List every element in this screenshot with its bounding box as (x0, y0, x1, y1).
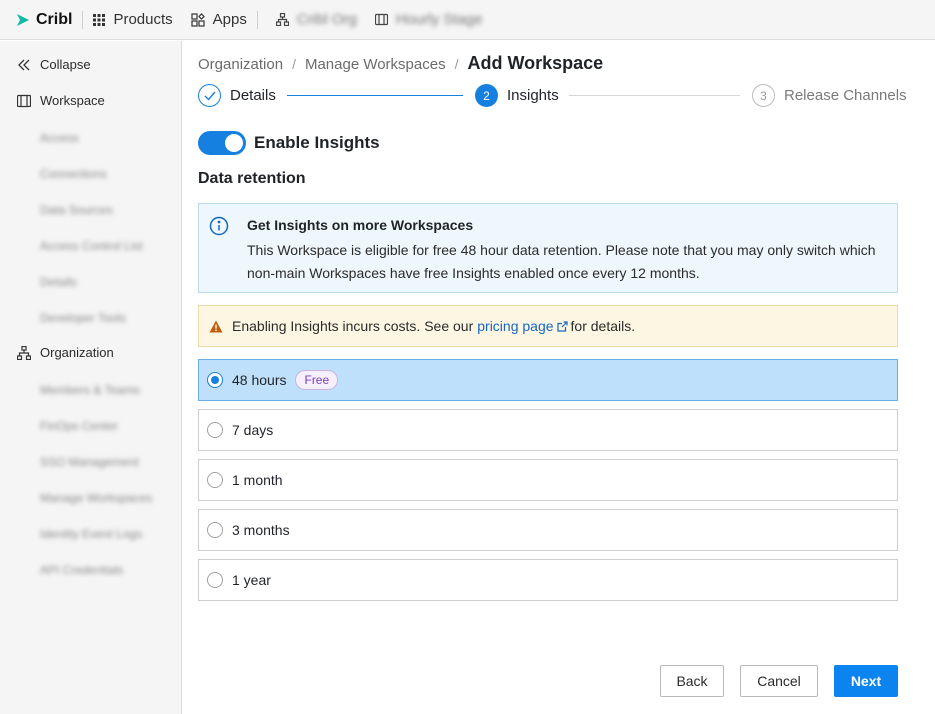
top-bar: Cribl Products Apps Cribl Org Hourly Sta… (0, 0, 935, 40)
org-icon (275, 13, 289, 26)
sidebar-subitem[interactable]: Identity Event Logs (40, 527, 142, 541)
radio-unselected[interactable] (207, 522, 223, 538)
products-menu[interactable]: Products (93, 11, 173, 28)
retention-option-label: 1 month (232, 472, 283, 488)
info-body: This Workspace is eligible for free 48 h… (247, 242, 876, 281)
radio-unselected[interactable] (207, 572, 223, 588)
apps-label: Apps (212, 11, 247, 28)
workspace-name: Hourly Stage (395, 11, 483, 28)
enable-insights-toggle[interactable] (198, 131, 246, 155)
brand-name: Cribl (36, 10, 73, 28)
next-button[interactable]: Next (834, 665, 898, 697)
topbar-divider (256, 10, 258, 29)
workspace-switcher[interactable]: Hourly Stage (374, 11, 483, 28)
page-title: Add Workspace (467, 53, 604, 73)
brand[interactable]: Cribl (16, 11, 72, 29)
pricing-page-link[interactable]: pricing page (477, 318, 568, 334)
retention-option-48-hours[interactable]: 48 hours Free (198, 359, 898, 401)
warning-text-suffix: for details. (570, 318, 636, 334)
retention-option-label: 1 year (232, 572, 271, 588)
breadcrumb-separator: / (292, 56, 296, 72)
warning-text-prefix: Enabling Insights incurs costs. See our (232, 318, 474, 334)
enable-insights-label: Enable Insights (254, 133, 380, 152)
retention-option-label: 48 hours (232, 372, 287, 388)
breadcrumb-manage-workspaces[interactable]: Manage Workspaces (305, 56, 446, 73)
info-callout: Get Insights on more Workspaces This Wor… (198, 203, 898, 293)
free-badge: Free (295, 370, 339, 390)
external-link-icon (556, 320, 568, 332)
retention-option-1-month[interactable]: 1 month (198, 459, 898, 501)
step-release-channels-label[interactable]: Release Channels (784, 87, 907, 104)
sidebar-subitem[interactable]: SSO Management (40, 455, 139, 469)
sidebar: Collapse Workspace Access Connections Da… (0, 41, 182, 714)
back-button[interactable]: Back (660, 665, 724, 697)
sidebar-item-label: Organization (40, 345, 114, 360)
step-release-marker: 3 (752, 84, 775, 107)
step-details-label[interactable]: Details (230, 87, 276, 104)
retention-option-1-year[interactable]: 1 year (198, 559, 898, 601)
step-connector (569, 95, 740, 96)
org-name: Cribl Org (296, 11, 357, 28)
sidebar-subitem[interactable]: Connections (40, 167, 107, 181)
workspace-icon (374, 13, 388, 26)
org-switcher[interactable]: Cribl Org (275, 11, 357, 28)
retention-option-label: 7 days (232, 422, 274, 438)
breadcrumb-separator: / (454, 56, 459, 72)
sidebar-item-organization[interactable]: Organization (16, 345, 114, 360)
retention-option-3-months[interactable]: 3 months (198, 509, 898, 551)
sidebar-item-label: Workspace (40, 93, 105, 108)
step-connector (287, 95, 463, 96)
pricing-page-link-label: pricing page (477, 318, 554, 334)
retention-option-label: 3 months (232, 522, 290, 538)
radio-unselected[interactable] (207, 422, 223, 438)
toggle-knob (225, 134, 243, 152)
collapse-button[interactable]: Collapse (16, 57, 91, 72)
org-icon (16, 345, 32, 360)
sidebar-subitem[interactable]: Data Sources (40, 203, 113, 217)
sidebar-item-workspace[interactable]: Workspace (16, 93, 105, 108)
cancel-button[interactable]: Cancel (740, 665, 818, 697)
warning-icon (209, 320, 223, 333)
data-retention-heading: Data retention (198, 170, 306, 187)
sidebar-subitem[interactable]: FinOps Center (40, 419, 118, 433)
sidebar-subitem[interactable]: API Credentials (40, 563, 123, 577)
breadcrumb-organization[interactable]: Organization (198, 56, 283, 73)
retention-option-7-days[interactable]: 7 days (198, 409, 898, 451)
info-title: Get Insights on more Workspaces (247, 217, 474, 233)
apps-icon (191, 12, 205, 27)
workspace-icon (16, 94, 32, 108)
breadcrumb: Organization / Manage Workspaces / Add W… (198, 53, 603, 74)
step-insights-label[interactable]: Insights (507, 87, 559, 104)
double-chevron-left-icon (16, 59, 32, 71)
radio-selected[interactable] (207, 372, 223, 388)
sidebar-subitem[interactable]: Access (40, 131, 79, 145)
radio-unselected[interactable] (207, 472, 223, 488)
enable-insights-row: Enable Insights (198, 131, 380, 155)
step-insights-marker: 2 (475, 84, 498, 107)
products-label: Products (113, 11, 173, 28)
cost-warning: Enabling Insights incurs costs. See our … (198, 305, 898, 347)
sidebar-subitem[interactable]: Access Control List (40, 239, 143, 253)
cribl-logo-icon (16, 13, 30, 27)
sidebar-subitem[interactable]: Developer Tools (40, 311, 126, 325)
stepper: Details 2 Insights 3 Release Channels (198, 84, 907, 108)
apps-menu[interactable]: Apps (191, 11, 247, 28)
sidebar-subitem[interactable]: Members & Teams (40, 383, 140, 397)
step-details-complete-icon (198, 84, 221, 107)
sidebar-subitem[interactable]: Details (40, 275, 77, 289)
collapse-label: Collapse (40, 57, 91, 72)
grid-icon (93, 13, 106, 26)
topbar-divider (82, 10, 84, 29)
sidebar-subitem[interactable]: Manage Workspaces (40, 491, 153, 505)
info-icon (209, 216, 229, 239)
